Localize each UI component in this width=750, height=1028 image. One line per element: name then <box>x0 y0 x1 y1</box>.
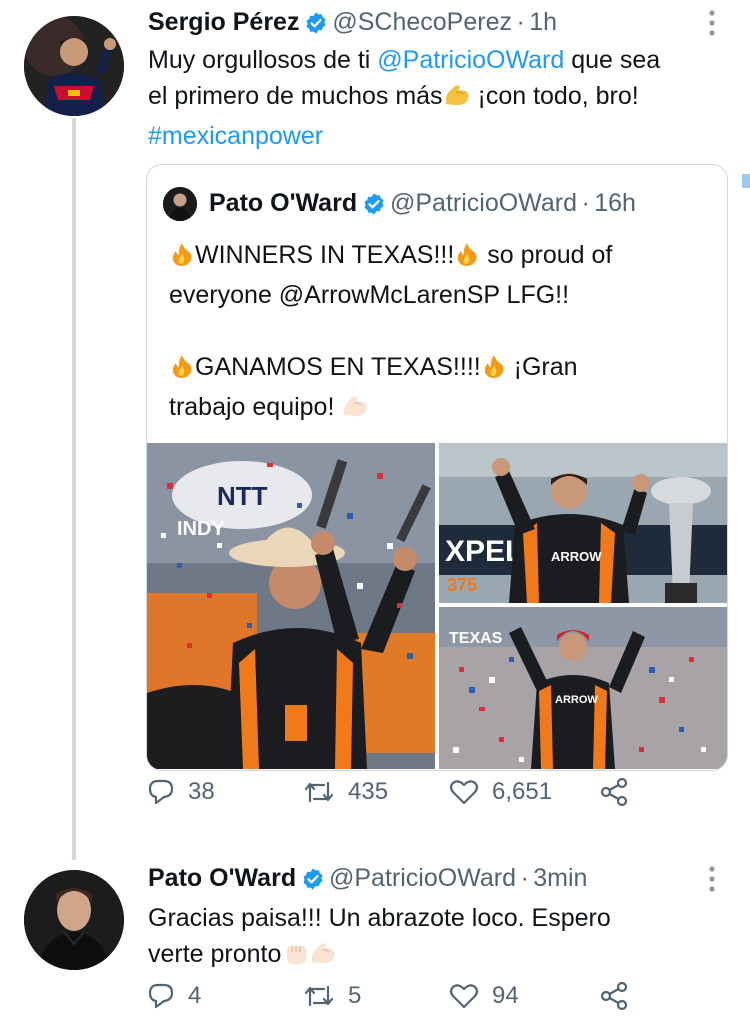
heart-icon <box>449 984 479 1009</box>
flexed-biceps-light-icon <box>341 393 369 429</box>
mention-link[interactable]: @PatricioOWard <box>377 46 564 74</box>
share-button[interactable] <box>598 981 642 1011</box>
tweet1-text: Muy orgullosos de ti @PatricioOWard que … <box>148 42 738 154</box>
retweet-icon <box>304 985 334 1007</box>
heart-icon <box>449 780 479 805</box>
photo3-suit: ARROW <box>555 694 598 706</box>
retweet-icon <box>304 781 334 803</box>
tweet2-handle[interactable]: @PatricioOWard <box>329 864 516 892</box>
tweet2-name[interactable]: Pato O'Ward <box>148 864 296 892</box>
tweet1-handle[interactable]: @SChecoPerez <box>332 8 512 36</box>
reply-count: 4 <box>188 982 202 1009</box>
reply-button[interactable]: 4 <box>146 981 201 1011</box>
reply-count: 38 <box>188 778 215 805</box>
avatar-sergio[interactable] <box>24 16 124 116</box>
photo2-banner2: 375 <box>447 575 477 595</box>
photo3-banner: TEXAS <box>449 630 503 647</box>
quote-time[interactable]: 16h <box>594 189 636 217</box>
more-options-icon[interactable] <box>704 8 720 38</box>
fire-icon <box>481 353 507 389</box>
quote-line2: everyone @ArrowMcLarenSP LFG!! <box>169 281 570 309</box>
photo2-banner: XPEL <box>445 535 523 568</box>
retweet-button[interactable]: 435 <box>302 777 388 807</box>
tweet1-text-b: que sea <box>564 46 661 74</box>
quote-handle[interactable]: @PatricioOWard <box>390 189 577 217</box>
tweet1-time-sep: · <box>516 8 525 36</box>
share-button[interactable] <box>598 777 642 807</box>
retweet-button[interactable]: 5 <box>302 981 361 1011</box>
fire-icon <box>169 241 195 277</box>
like-count: 94 <box>492 982 519 1009</box>
tweet1-time[interactable]: 1h <box>529 8 557 36</box>
raised-fist-icon <box>281 940 309 976</box>
share-icon <box>600 981 628 1011</box>
retweet-count: 5 <box>348 982 362 1009</box>
reply-icon <box>148 779 174 805</box>
flexed-biceps-icon <box>443 82 471 118</box>
photo-driver-trophy[interactable]: XPEL 375 ARROW <box>439 443 727 603</box>
reply-icon <box>148 983 174 1009</box>
hashtag-link[interactable]: #mexicanpower <box>148 122 323 150</box>
retweet-count: 435 <box>348 778 389 805</box>
tweet2-text: Gracias paisa!!! Un abrazote loco. Esper… <box>148 900 738 976</box>
verified-icon <box>301 867 325 896</box>
tweet1-name[interactable]: Sergio Pérez <box>148 8 299 36</box>
tweet2-line2: verte pronto <box>148 940 282 968</box>
share-icon <box>600 777 628 807</box>
flexed-biceps-light-icon <box>309 940 337 976</box>
tweet1-header: Sergio Pérez @SChecoPerez · 1h <box>148 8 557 40</box>
quote-text: WINNERS IN TEXAS!!! so proud of everyone… <box>169 237 709 429</box>
verified-icon <box>362 192 386 221</box>
quote-header: Pato O'Ward @PatricioOWard · 16h <box>209 189 636 221</box>
quoted-tweet-card[interactable]: Pato O'Ward @PatricioOWard · 16h WINNERS… <box>146 164 728 771</box>
tweet2-header: Pato O'Ward @PatricioOWard · 3min <box>148 864 587 896</box>
photo1-sign-side: INDY <box>177 518 225 540</box>
photo1-sign-top: NTT <box>217 481 268 511</box>
thread-line <box>72 118 76 860</box>
tweet2-time[interactable]: 3min <box>533 864 587 892</box>
tweet1-text-c: el primero de muchos más <box>148 82 443 110</box>
fire-icon <box>454 241 480 277</box>
photo-celebration-cowboy-hat[interactable]: NTT INDY <box>147 443 435 769</box>
verified-icon <box>304 11 328 40</box>
photo2-suit: ARROW <box>551 549 602 564</box>
tweet1-text-a: Muy orgullosos de ti <box>148 46 378 74</box>
quote-line3-b: ¡Gran <box>506 353 578 381</box>
quote-name[interactable]: Pato O'Ward <box>209 189 357 217</box>
quote-time-sep: · <box>581 189 590 217</box>
like-button[interactable]: 6,651 <box>448 777 552 807</box>
quote-line3-a: GANAMOS EN TEXAS!!!! <box>195 353 481 381</box>
fire-icon <box>169 353 195 389</box>
quote-line4: trabajo equipo! <box>169 393 342 421</box>
more-options-icon[interactable] <box>704 864 720 894</box>
tweet2-time-sep: · <box>520 864 529 892</box>
like-count: 6,651 <box>492 778 553 805</box>
tweet1-text-d: ¡con todo, bro! <box>470 82 639 110</box>
quote-line1-b: so proud of <box>480 241 613 269</box>
tweet2-line1: Gracias paisa!!! Un abrazote loco. Esper… <box>148 904 611 932</box>
quote-line1-a: WINNERS IN TEXAS!!! <box>195 241 455 269</box>
avatar-pato-small[interactable] <box>163 187 197 221</box>
photo-driver-podium-confetti[interactable]: TEXAS ARROW <box>439 607 727 769</box>
avatar-pato[interactable] <box>24 870 124 970</box>
reply-button[interactable]: 38 <box>146 777 215 807</box>
like-button[interactable]: 94 <box>448 981 519 1011</box>
scroll-indicator <box>742 174 750 188</box>
